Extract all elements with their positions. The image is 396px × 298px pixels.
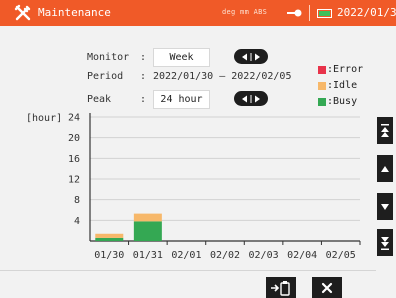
- bar-busy: [95, 237, 124, 241]
- usage-chart: 4 8 12 16 20 24 [hour] 01/30 01/31 02/01 02/02 02/0…: [26, 113, 361, 261]
- y-tick-label: 8: [74, 195, 80, 206]
- x-tick-label: 01/30: [94, 250, 124, 261]
- scroll-down-button[interactable]: [377, 193, 393, 220]
- close-icon: [321, 282, 333, 293]
- scroll-bottom-button[interactable]: [377, 229, 393, 256]
- scroll-down-icon: [381, 203, 389, 210]
- scroll-up-button[interactable]: [377, 155, 393, 182]
- scroll-up-icon: [381, 165, 389, 172]
- footer-divider: [0, 270, 376, 271]
- x-tick-label: 02/04: [287, 250, 317, 261]
- export-icon: [271, 280, 290, 296]
- scroll-bottom-icon: [381, 236, 389, 250]
- scroll-top-button[interactable]: [377, 117, 393, 144]
- y-tick-label: 20: [68, 133, 80, 144]
- x-tick-label: 02/01: [171, 250, 201, 261]
- bar-idle: [133, 213, 162, 222]
- export-button[interactable]: [266, 277, 296, 298]
- bar-idle: [95, 233, 124, 238]
- y-tick-label: 4: [74, 216, 80, 227]
- bar-busy: [133, 221, 162, 241]
- close-button[interactable]: [312, 277, 342, 298]
- y-tick-label: 24: [68, 113, 80, 124]
- x-tick-label: 01/31: [133, 250, 163, 261]
- x-tick-label: 02/05: [326, 250, 356, 261]
- y-axis-label: [hour]: [26, 113, 62, 124]
- x-tick-label: 02/03: [249, 250, 279, 261]
- scroll-top-icon: [381, 123, 389, 137]
- x-tick-label: 02/02: [210, 250, 240, 261]
- y-tick-label: 12: [68, 175, 80, 186]
- y-tick-label: 16: [68, 154, 80, 165]
